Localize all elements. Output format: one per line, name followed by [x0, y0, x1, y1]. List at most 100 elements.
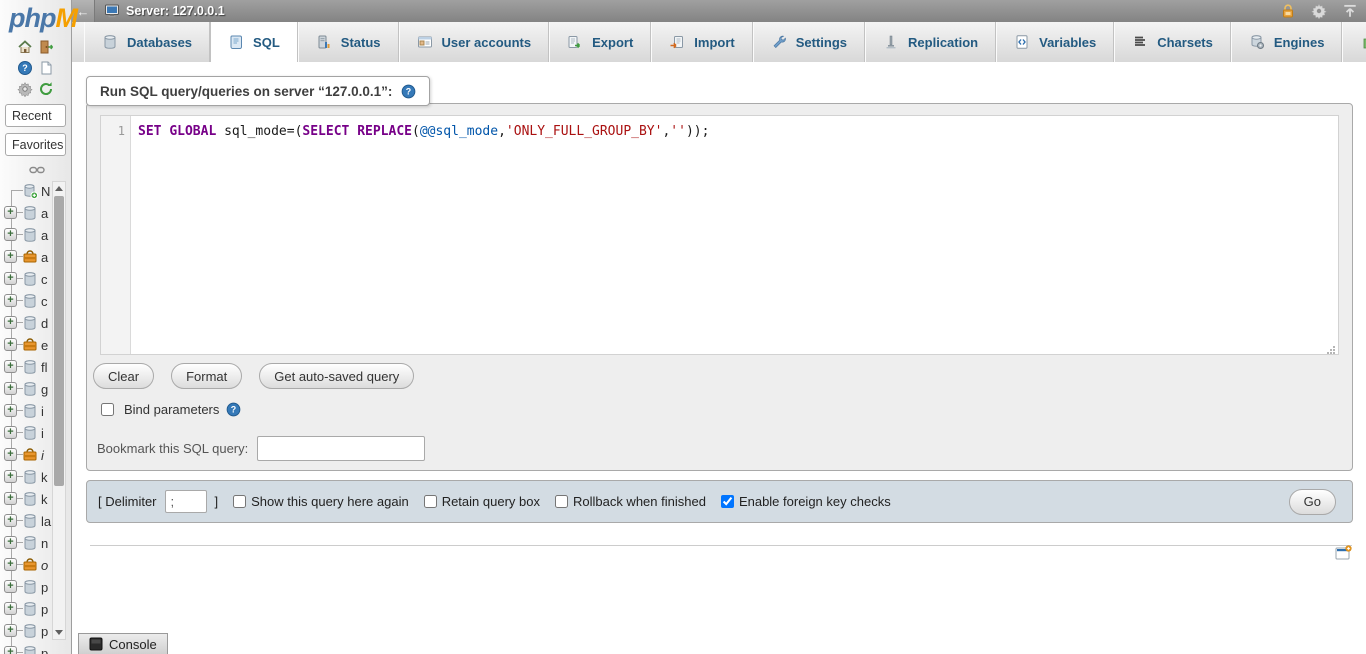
tree-item[interactable]: +p — [0, 642, 72, 654]
tree-item-label[interactable]: p — [41, 602, 48, 617]
tab-user-accounts[interactable]: User accounts — [399, 22, 550, 62]
expand-plus-icon[interactable]: + — [4, 250, 17, 263]
expand-plus-icon[interactable]: + — [4, 360, 17, 373]
expand-plus-icon[interactable]: + — [4, 228, 17, 241]
tab-charsets[interactable]: Charsets — [1114, 22, 1231, 62]
expand-plus-icon[interactable]: + — [4, 426, 17, 439]
rollback-when-finished-option[interactable]: Rollback when finished — [555, 494, 706, 509]
enable-foreign-key-checks-option[interactable]: Enable foreign key checks — [721, 494, 891, 509]
tree-item-label[interactable]: p — [41, 646, 48, 654]
help-icon[interactable]: ? — [17, 60, 33, 76]
expand-plus-icon[interactable]: + — [4, 338, 17, 351]
tree-item-label[interactable]: p — [41, 624, 48, 639]
main-content: Run SQL query/queries on server “127.0.0… — [72, 62, 1366, 654]
expand-plus-icon[interactable]: + — [4, 492, 17, 505]
link-icon[interactable] — [29, 162, 45, 180]
expand-plus-icon[interactable]: + — [4, 272, 17, 285]
tab-export[interactable]: Export — [549, 22, 651, 62]
expand-plus-icon[interactable]: + — [4, 470, 17, 483]
logout-door-icon[interactable] — [38, 39, 54, 55]
tree-item-label[interactable]: i — [41, 448, 44, 463]
bookmark-input[interactable] — [257, 436, 425, 461]
help-icon[interactable]: ? — [226, 402, 241, 417]
retain-query-box-checkbox[interactable] — [424, 495, 437, 508]
bind-parameters-checkbox[interactable] — [101, 403, 114, 416]
expand-plus-icon[interactable]: + — [4, 294, 17, 307]
enable-foreign-key-checks-checkbox[interactable] — [721, 495, 734, 508]
documentation-icon[interactable] — [38, 60, 54, 76]
phpmyadmin-logo[interactable]: phpM — [9, 3, 77, 34]
scroll-down-icon[interactable] — [53, 626, 65, 639]
scrollbar-thumb[interactable] — [54, 196, 64, 486]
tab-import[interactable]: Import — [651, 22, 752, 62]
expand-plus-icon[interactable]: + — [4, 316, 17, 329]
tree-item-label[interactable]: fl — [41, 360, 48, 375]
tree-item-label[interactable]: la — [41, 514, 51, 529]
tree-item-label[interactable]: d — [41, 316, 48, 331]
sql-editor[interactable]: 1 SET GLOBAL sql_mode=(SELECT REPLACE(@@… — [100, 115, 1339, 355]
show-this-query-here-again-checkbox[interactable] — [233, 495, 246, 508]
editor-resize-handle[interactable] — [1326, 342, 1336, 352]
show-this-query-here-again-option[interactable]: Show this query here again — [233, 494, 409, 509]
tree-item-label[interactable]: k — [41, 492, 48, 507]
get-auto-saved-query-button[interactable]: Get auto-saved query — [259, 363, 414, 389]
tab-engines[interactable]: Engines — [1231, 22, 1343, 62]
expand-plus-icon[interactable]: + — [4, 514, 17, 527]
settings-gear-icon[interactable] — [1311, 3, 1327, 19]
ssl-lock-icon[interactable] — [1280, 3, 1296, 19]
tree-item-label[interactable]: a — [41, 206, 48, 221]
open-new-window-icon[interactable] — [1334, 544, 1352, 562]
tree-item-label[interactable]: k — [41, 470, 48, 485]
expand-plus-icon[interactable]: + — [4, 382, 17, 395]
tab-status[interactable]: Status — [298, 22, 399, 62]
expand-plus-icon[interactable]: + — [4, 448, 17, 461]
tree-item-label[interactable]: n — [41, 536, 48, 551]
tree-item-label[interactable]: N — [41, 184, 50, 199]
refresh-icon[interactable] — [38, 81, 54, 97]
option-label: Show this query here again — [251, 494, 409, 509]
tab-variables[interactable]: Variables — [996, 22, 1114, 62]
bind-parameters-label[interactable]: Bind parameters — [124, 402, 219, 417]
delimiter-input[interactable] — [165, 490, 207, 513]
tree-item-label[interactable]: i — [41, 426, 44, 441]
expand-plus-icon[interactable]: + — [4, 602, 17, 615]
tab-settings[interactable]: Settings — [753, 22, 865, 62]
clear-button[interactable]: Clear — [93, 363, 154, 389]
expand-plus-icon[interactable]: + — [4, 646, 17, 654]
scroll-up-icon[interactable] — [53, 182, 65, 195]
sidebar-scrollbar[interactable] — [52, 181, 66, 640]
expand-plus-icon[interactable]: + — [4, 536, 17, 549]
sql-code-line[interactable]: SET GLOBAL sql_mode=(SELECT REPLACE(@@sq… — [131, 116, 1338, 354]
tree-item-label[interactable]: c — [41, 294, 48, 309]
help-icon[interactable]: ? — [401, 84, 416, 99]
tree-item-label[interactable]: a — [41, 250, 48, 265]
tree-item-label[interactable]: p — [41, 580, 48, 595]
format-button[interactable]: Format — [171, 363, 242, 389]
tree-item-label[interactable]: c — [41, 272, 48, 287]
scroll-to-top-icon[interactable] — [1342, 3, 1358, 19]
expand-plus-icon[interactable]: + — [4, 624, 17, 637]
server-breadcrumb[interactable]: Server: 127.0.0.1 — [126, 4, 225, 18]
retain-query-box-option[interactable]: Retain query box — [424, 494, 540, 509]
tab-plugins[interactable]: Plugins — [1342, 22, 1366, 62]
sql-token-variable: @@sql_mode — [420, 124, 498, 139]
tab-sql[interactable]: SQL — [210, 22, 298, 62]
go-button[interactable]: Go — [1289, 489, 1336, 515]
favorites-dropdown[interactable]: Favorites — [5, 133, 66, 156]
expand-plus-icon[interactable]: + — [4, 404, 17, 417]
tab-replication[interactable]: Replication — [865, 22, 996, 62]
expand-plus-icon[interactable]: + — [4, 558, 17, 571]
tree-item-label[interactable]: o — [41, 558, 48, 573]
rollback-when-finished-checkbox[interactable] — [555, 495, 568, 508]
home-icon[interactable] — [17, 39, 33, 55]
console-toggle[interactable]: Console — [78, 633, 168, 654]
gear-icon[interactable] — [17, 81, 33, 97]
tree-item-label[interactable]: i — [41, 404, 44, 419]
tree-item-label[interactable]: a — [41, 228, 48, 243]
expand-plus-icon[interactable]: + — [4, 206, 17, 219]
expand-plus-icon[interactable]: + — [4, 580, 17, 593]
tree-item-label[interactable]: g — [41, 382, 48, 397]
tab-databases[interactable]: Databases — [84, 22, 210, 62]
recent-dropdown[interactable]: Recent — [5, 104, 66, 127]
tree-item-label[interactable]: e — [41, 338, 48, 353]
